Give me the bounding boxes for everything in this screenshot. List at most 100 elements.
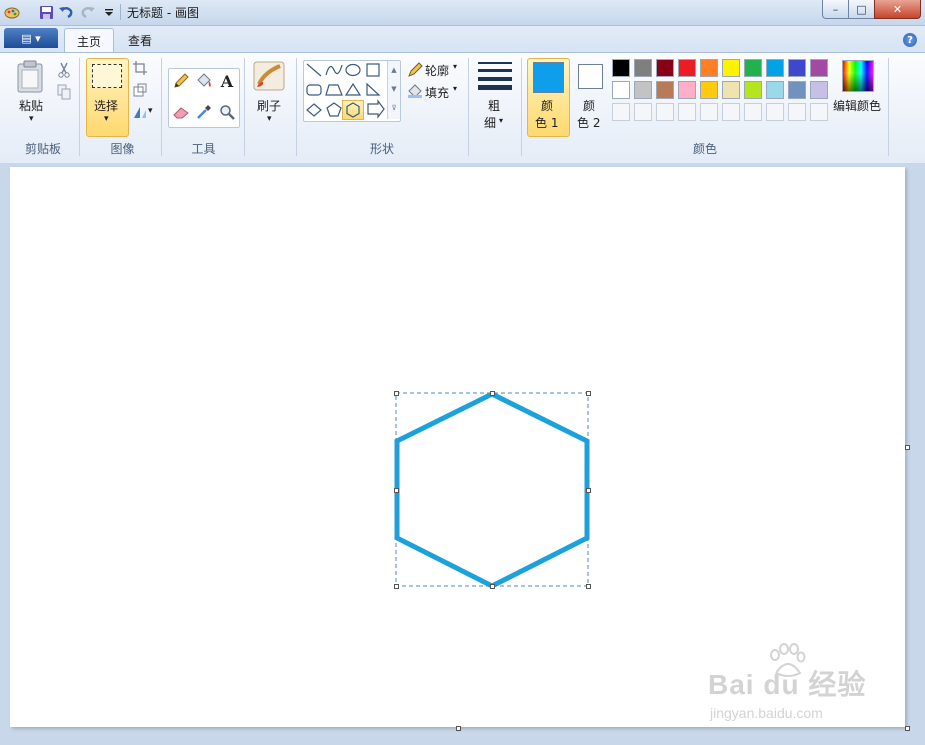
custom-color-slot[interactable] [678,103,696,121]
selection-handle-bottom-left[interactable] [394,584,399,589]
palette-swatch[interactable] [744,81,762,99]
crop-icon[interactable] [130,58,150,78]
pencil-icon[interactable] [171,71,191,91]
magnifier-icon[interactable] [217,102,237,122]
size-label-2[interactable]: 细 [484,114,496,131]
palette-swatch[interactable] [722,59,740,77]
color2-label-1[interactable]: 颜 [583,97,595,114]
brushes-button[interactable]: 刷子 [257,97,281,114]
hexagon-shape-button[interactable] [342,100,364,120]
group-separator [161,58,162,156]
custom-color-slot[interactable] [700,103,718,121]
copy-icon[interactable] [54,82,74,102]
size-label-1[interactable]: 粗 [488,97,500,114]
edit-colors-button[interactable]: 编辑颜色 [833,97,881,114]
custom-color-slot[interactable] [722,103,740,121]
outline-button[interactable]: 轮廓 [425,62,449,79]
oval-shape-icon [345,63,361,77]
tab-view[interactable]: 查看 [118,28,162,52]
custom-color-slot[interactable] [656,103,674,121]
paste-button[interactable]: 粘贴 [19,97,43,114]
hexagon-drawing[interactable] [390,388,594,592]
scroll-up-icon[interactable]: ▲ [388,61,400,80]
canvas-resize-handle-right[interactable] [905,445,910,450]
palette-swatch[interactable] [700,59,718,77]
brushes-icon[interactable] [253,60,287,94]
text-tool-icon[interactable]: A [217,71,237,91]
palette-swatch[interactable] [700,81,718,99]
palette-swatch[interactable] [722,81,740,99]
size-dropdown-arrow[interactable]: ▾ [499,116,503,125]
custom-color-slot[interactable] [744,103,762,121]
size-icon[interactable] [478,60,512,90]
minimize-icon: – [832,2,839,16]
paint-app-icon[interactable] [3,3,21,21]
custom-color-slot[interactable] [612,103,630,121]
maximize-icon: □ [856,2,867,16]
palette-swatch[interactable] [744,59,762,77]
custom-color-slot[interactable] [788,103,806,121]
resize-icon[interactable] [130,80,150,100]
custom-color-slot[interactable] [810,103,828,121]
selection-handle-top-right[interactable] [586,391,591,396]
redo-icon[interactable] [79,3,97,21]
help-icon[interactable]: ? [903,33,917,47]
palette-swatch[interactable] [656,81,674,99]
selection-handle-bottom[interactable] [490,584,495,589]
color2-swatch[interactable] [578,64,603,89]
rotate-dropdown-arrow[interactable]: ▾ [148,106,153,116]
close-button[interactable]: ✕ [874,0,921,19]
custom-color-slot[interactable] [766,103,784,121]
fill-dropdown-arrow[interactable]: ▾ [453,84,457,93]
file-menu-button[interactable]: ▤ ▾ [4,28,58,48]
shapes-scrollbar[interactable]: ▲ ▼ ⊽ [387,61,400,119]
minimize-button[interactable]: – [822,0,849,19]
color-picker-icon[interactable] [194,102,214,122]
palette-swatch[interactable] [788,81,806,99]
custom-color-slot[interactable] [634,103,652,121]
palette-swatch[interactable] [678,59,696,77]
brushes-dropdown-arrow[interactable]: ▾ [267,114,272,124]
selection-handle-left[interactable] [394,488,399,493]
selection-handle-right[interactable] [586,488,591,493]
palette-swatch[interactable] [678,81,696,99]
maximize-button[interactable]: □ [848,0,875,19]
save-icon[interactable] [37,3,55,21]
tab-home-label: 主页 [76,34,101,49]
palette-swatch[interactable] [656,59,674,77]
rotate-icon[interactable] [130,102,150,122]
palette-swatch[interactable] [612,59,630,77]
edit-colors-icon[interactable] [842,60,874,92]
eraser-icon[interactable] [171,102,191,122]
help-label: ? [907,34,913,46]
expand-gallery-icon[interactable]: ⊽ [388,99,400,118]
palette-swatch[interactable] [788,59,806,77]
polygon-shape-icon [325,84,343,96]
customize-dropdown-icon[interactable] [100,3,118,21]
tab-home[interactable]: 主页 [64,28,114,53]
palette-swatch[interactable] [766,81,784,99]
selection-handle-top[interactable] [490,391,495,396]
outline-dropdown-arrow[interactable]: ▾ [453,62,457,71]
paste-dropdown-arrow[interactable]: ▾ [29,114,34,124]
paste-icon[interactable] [16,60,48,94]
palette-swatch[interactable] [810,81,828,99]
color2-label-2[interactable]: 色 2 [577,114,600,131]
palette-swatch[interactable] [634,81,652,99]
palette-swatch[interactable] [810,59,828,77]
fill-bucket-icon[interactable] [194,71,214,91]
canvas-resize-handle-bottom[interactable] [456,726,461,731]
palette-swatch[interactable] [612,81,630,99]
selection-handle-top-left[interactable] [394,391,399,396]
group-separator [296,58,297,156]
select-dropdown-arrow[interactable]: ▾ [104,114,109,124]
palette-swatch[interactable] [634,59,652,77]
undo-icon[interactable] [57,3,75,21]
canvas-resize-handle-corner[interactable] [905,726,910,731]
fill-button[interactable]: 填充 [425,84,449,101]
color1-label-1: 颜 [541,99,554,113]
scroll-down-icon[interactable]: ▼ [388,80,400,99]
selection-handle-bottom-right[interactable] [586,584,591,589]
palette-swatch[interactable] [766,59,784,77]
cut-icon[interactable] [54,60,74,80]
